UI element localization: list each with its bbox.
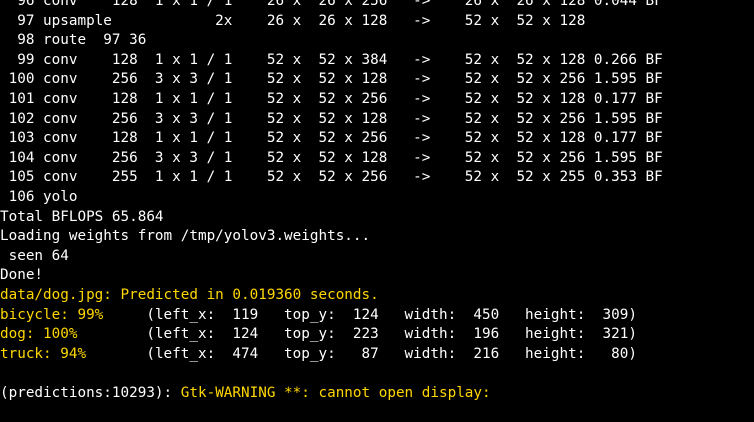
detection-row: dog: 100% (left_x: 124 top_y: 223 width:… — [0, 325, 754, 345]
detection-row: truck: 94% (left_x: 474 top_y: 87 width:… — [0, 345, 754, 365]
terminal-line-seen: seen 64 — [0, 247, 69, 264]
terminal-line-conv-102: 102 conv 256 3 x 3 / 1 52 x 52 x 128 -> … — [0, 110, 663, 127]
terminal-line-warning: (predictions:10293): Gtk-WARNING **: can… — [0, 384, 754, 404]
detection-label: bicycle: 99% — [0, 306, 104, 323]
terminal-line-done: Done! — [0, 267, 44, 284]
detection-box: (left_x: 474 top_y: 87 width: 216 height… — [86, 345, 637, 362]
terminal-line-conv-96: 96 conv 128 1 x 1 / 1 26 x 26 x 256 -> 2… — [0, 0, 663, 9]
detection-label: dog: 100% — [0, 326, 78, 343]
terminal-line-conv-99: 99 conv 128 1 x 1 / 1 52 x 52 x 384 -> 5… — [0, 51, 663, 68]
terminal-line-conv-103: 103 conv 128 1 x 1 / 1 52 x 52 x 256 -> … — [0, 130, 663, 147]
terminal-line-loading-weights: Loading weights from /tmp/yolov3.weights… — [0, 228, 371, 245]
terminal-line-conv-104: 104 conv 256 3 x 3 / 1 52 x 52 x 128 -> … — [0, 149, 663, 166]
terminal-line-conv-101: 101 conv 128 1 x 1 / 1 52 x 52 x 256 -> … — [0, 90, 663, 107]
terminal-line-total-bflops: Total BFLOPS 65.864 — [0, 208, 164, 225]
terminal-line-upsample-97: 97 upsample 2x 26 x 26 x 128 -> 52 x 52 … — [0, 12, 586, 29]
detection-box: (left_x: 124 top_y: 223 width: 196 heigh… — [77, 326, 637, 343]
detection-row: bicycle: 99% (left_x: 119 top_y: 124 wid… — [0, 306, 754, 326]
detection-box: (left_x: 119 top_y: 124 width: 450 heigh… — [103, 306, 637, 323]
terminal-window[interactable]: 96 conv 128 1 x 1 / 1 26 x 26 x 256 -> 2… — [0, 0, 754, 422]
terminal-line-conv-105: 105 conv 255 1 x 1 / 1 52 x 52 x 256 -> … — [0, 169, 663, 186]
terminal-line-predicted: data/dog.jpg: Predicted in 0.019360 seco… — [0, 286, 379, 303]
warning-message: Gtk-WARNING **: cannot open display: — [180, 384, 491, 401]
warning-prefix: (predictions:10293): — [0, 384, 181, 401]
terminal-line-route-98: 98 route 97 36 — [0, 32, 147, 49]
terminal-line-conv-100: 100 conv 256 3 x 3 / 1 52 x 52 x 128 -> … — [0, 71, 663, 88]
terminal-line-yolo-106: 106 yolo — [0, 188, 78, 205]
detection-label: truck: 94% — [0, 345, 87, 362]
